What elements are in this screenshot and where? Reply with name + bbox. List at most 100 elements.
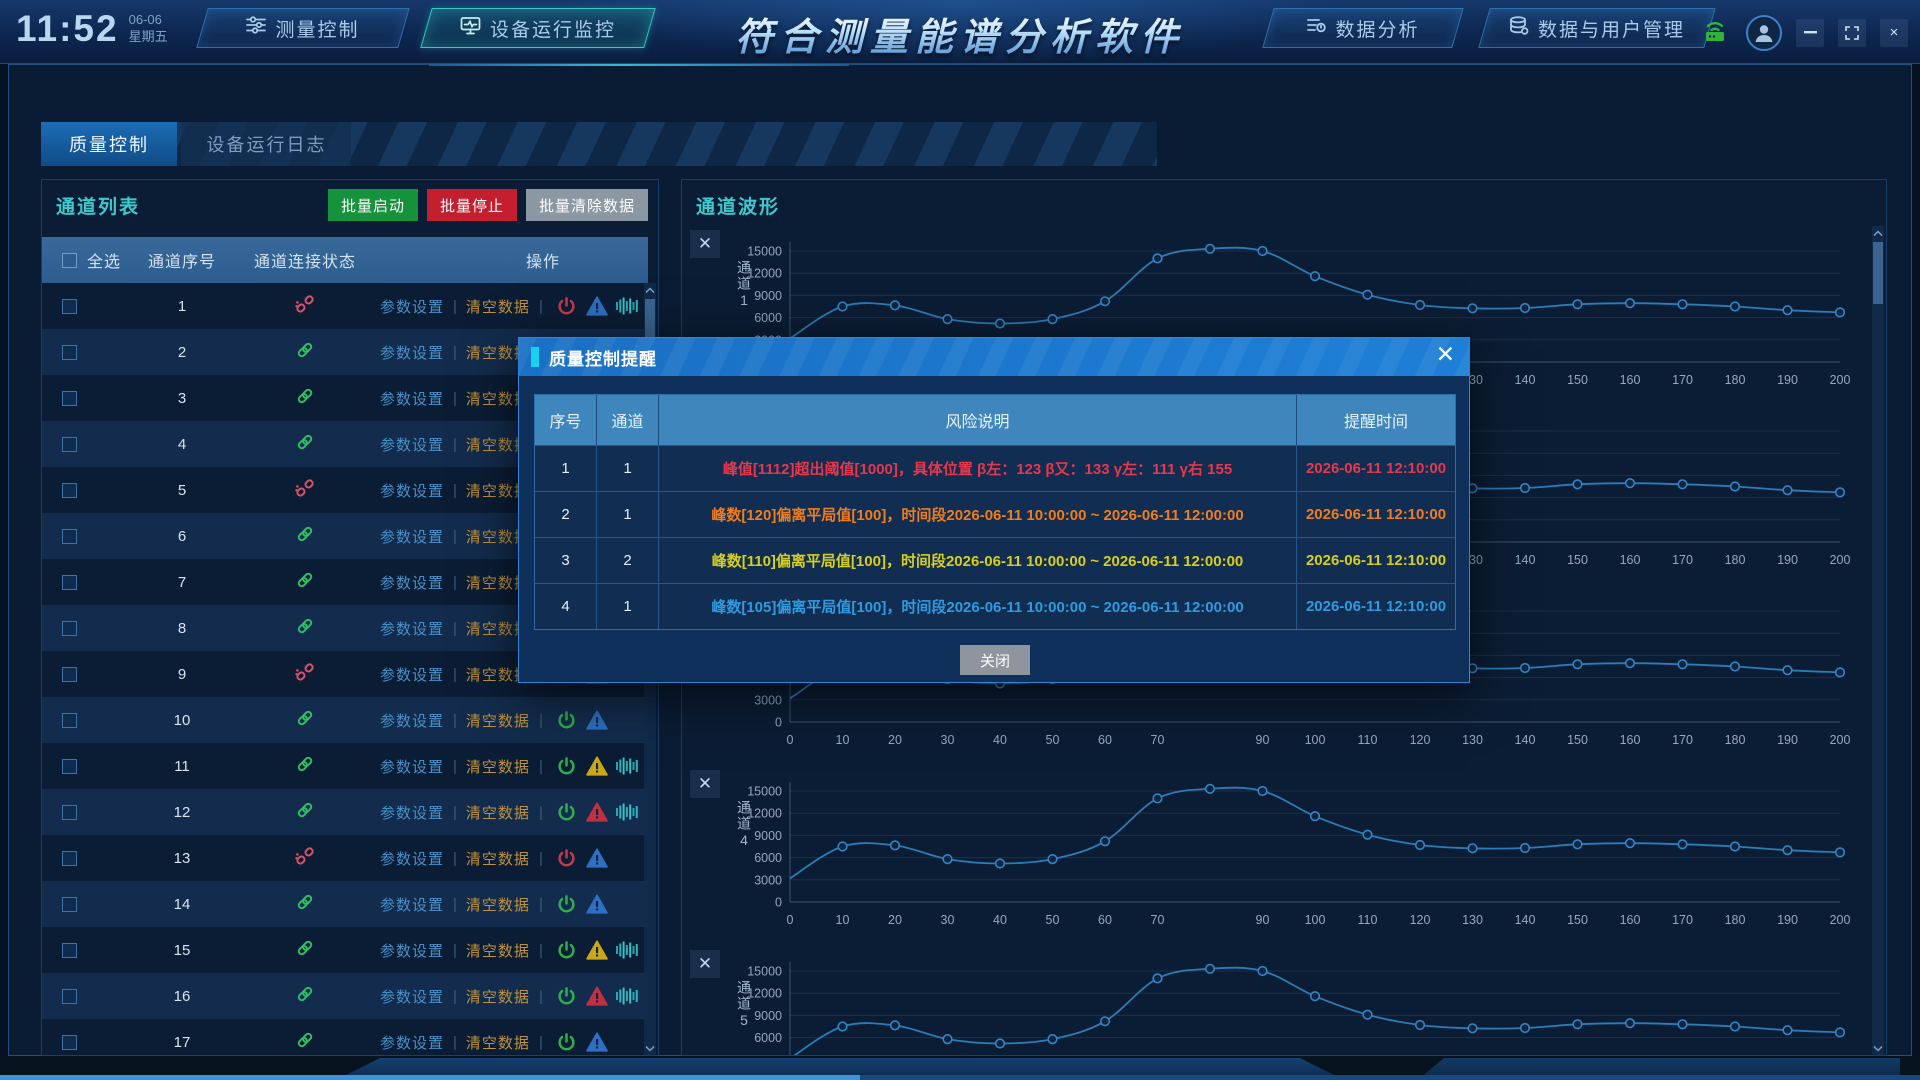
warn-yellow-icon[interactable] [582, 940, 612, 960]
row-checkbox[interactable] [62, 1035, 77, 1050]
clear-data-link[interactable]: 清空数据 [466, 940, 530, 961]
minimize-button[interactable] [1796, 19, 1824, 47]
close-window-button[interactable]: × [1880, 19, 1908, 47]
warn-blue-icon[interactable] [582, 848, 612, 868]
power-green-icon[interactable] [552, 1032, 582, 1053]
power-green-icon[interactable] [552, 894, 582, 915]
row-checkbox[interactable] [62, 943, 77, 958]
nav-device-monitor[interactable]: 设备运行监控 [426, 8, 650, 48]
link-connected-icon[interactable] [295, 708, 315, 732]
nav-data-user-mgmt[interactable]: 数据与用户管理 [1484, 8, 1710, 48]
param-settings-link[interactable]: 参数设置 [380, 710, 444, 731]
signal-icon[interactable] [612, 802, 642, 822]
tab-device-run-log[interactable]: 设备运行日志 [181, 122, 351, 166]
batch-clear-button[interactable]: 批量清除数据 [526, 189, 648, 221]
clear-data-link[interactable]: 清空数据 [466, 848, 530, 869]
row-checkbox[interactable] [62, 299, 77, 314]
param-settings-link[interactable]: 参数设置 [380, 664, 444, 685]
link-connected-icon[interactable] [295, 938, 315, 962]
param-settings-link[interactable]: 参数设置 [380, 480, 444, 501]
link-connected-icon[interactable] [295, 616, 315, 640]
select-all-checkbox[interactable] [62, 253, 77, 268]
link-connected-icon[interactable] [295, 386, 315, 410]
nav-measure-control[interactable]: 测量控制 [202, 8, 404, 48]
param-settings-link[interactable]: 参数设置 [380, 940, 444, 961]
network-status-icon[interactable] [1698, 14, 1732, 51]
clear-data-link[interactable]: 清空数据 [466, 1032, 530, 1053]
maximize-button[interactable] [1838, 19, 1866, 47]
param-settings-link[interactable]: 参数设置 [380, 986, 444, 1007]
row-checkbox[interactable] [62, 759, 77, 774]
clear-data-link[interactable]: 清空数据 [466, 756, 530, 777]
signal-icon[interactable] [612, 296, 642, 316]
batch-start-button[interactable]: 批量启动 [328, 189, 418, 221]
param-settings-link[interactable]: 参数设置 [380, 342, 444, 363]
link-connected-icon[interactable] [295, 754, 315, 778]
batch-stop-button[interactable]: 批量停止 [427, 189, 517, 221]
link-broken-icon[interactable] [295, 662, 315, 686]
row-checkbox[interactable] [62, 621, 77, 636]
power-green-icon[interactable] [552, 986, 582, 1007]
row-checkbox[interactable] [62, 897, 77, 912]
link-connected-icon[interactable] [295, 524, 315, 548]
row-checkbox[interactable] [62, 575, 77, 590]
row-checkbox[interactable] [62, 345, 77, 360]
warn-blue-icon[interactable] [582, 296, 612, 316]
param-settings-link[interactable]: 参数设置 [380, 802, 444, 823]
param-settings-link[interactable]: 参数设置 [380, 388, 444, 409]
param-settings-link[interactable]: 参数设置 [380, 296, 444, 317]
param-settings-link[interactable]: 参数设置 [380, 526, 444, 547]
param-settings-link[interactable]: 参数设置 [380, 434, 444, 455]
warn-yellow-icon[interactable] [582, 756, 612, 776]
tab-quality-control[interactable]: 质量控制 [41, 122, 177, 166]
row-checkbox[interactable] [62, 437, 77, 452]
power-green-icon[interactable] [552, 802, 582, 823]
link-connected-icon[interactable] [295, 340, 315, 364]
clear-data-link[interactable]: 清空数据 [466, 802, 530, 823]
row-checkbox[interactable] [62, 529, 77, 544]
link-connected-icon[interactable] [295, 800, 315, 824]
param-settings-link[interactable]: 参数设置 [380, 756, 444, 777]
row-checkbox[interactable] [62, 391, 77, 406]
warn-blue-icon[interactable] [582, 710, 612, 730]
modal-close-icon[interactable]: ✕ [1436, 343, 1455, 366]
scroll-down-icon[interactable] [1872, 1041, 1884, 1055]
warn-blue-icon[interactable] [582, 894, 612, 914]
chart-close-button[interactable]: ✕ [690, 770, 720, 798]
warn-red-icon[interactable] [582, 802, 612, 822]
link-connected-icon[interactable] [295, 570, 315, 594]
chart-close-button[interactable]: ✕ [690, 230, 720, 258]
power-red-icon[interactable] [552, 296, 582, 317]
param-settings-link[interactable]: 参数设置 [380, 894, 444, 915]
link-connected-icon[interactable] [295, 984, 315, 1008]
row-checkbox[interactable] [62, 667, 77, 682]
signal-icon[interactable] [612, 940, 642, 960]
clear-data-link[interactable]: 清空数据 [466, 986, 530, 1007]
clear-data-link[interactable]: 清空数据 [466, 894, 530, 915]
row-checkbox[interactable] [62, 989, 77, 1004]
clear-data-link[interactable]: 清空数据 [466, 710, 530, 731]
scroll-down-icon[interactable] [644, 1041, 656, 1055]
link-broken-icon[interactable] [295, 294, 315, 318]
param-settings-link[interactable]: 参数设置 [380, 572, 444, 593]
power-green-icon[interactable] [552, 710, 582, 731]
clear-data-link[interactable]: 清空数据 [466, 296, 530, 317]
power-red-icon[interactable] [552, 848, 582, 869]
nav-data-analysis[interactable]: 数据分析 [1268, 8, 1458, 48]
signal-icon[interactable] [612, 756, 642, 776]
row-checkbox[interactable] [62, 805, 77, 820]
link-connected-icon[interactable] [295, 432, 315, 456]
power-green-icon[interactable] [552, 940, 582, 961]
param-settings-link[interactable]: 参数设置 [380, 1032, 444, 1053]
chart-close-button[interactable]: ✕ [690, 950, 720, 978]
row-checkbox[interactable] [62, 713, 77, 728]
modal-close-button[interactable]: 关闭 [960, 645, 1030, 675]
waveform-scrollbar[interactable] [1872, 226, 1884, 1055]
warn-blue-icon[interactable] [582, 1032, 612, 1052]
row-checkbox[interactable] [62, 483, 77, 498]
scrollbar-thumb[interactable] [1873, 242, 1883, 304]
param-settings-link[interactable]: 参数设置 [380, 618, 444, 639]
param-settings-link[interactable]: 参数设置 [380, 848, 444, 869]
signal-icon[interactable] [612, 986, 642, 1006]
warn-red-icon[interactable] [582, 986, 612, 1006]
